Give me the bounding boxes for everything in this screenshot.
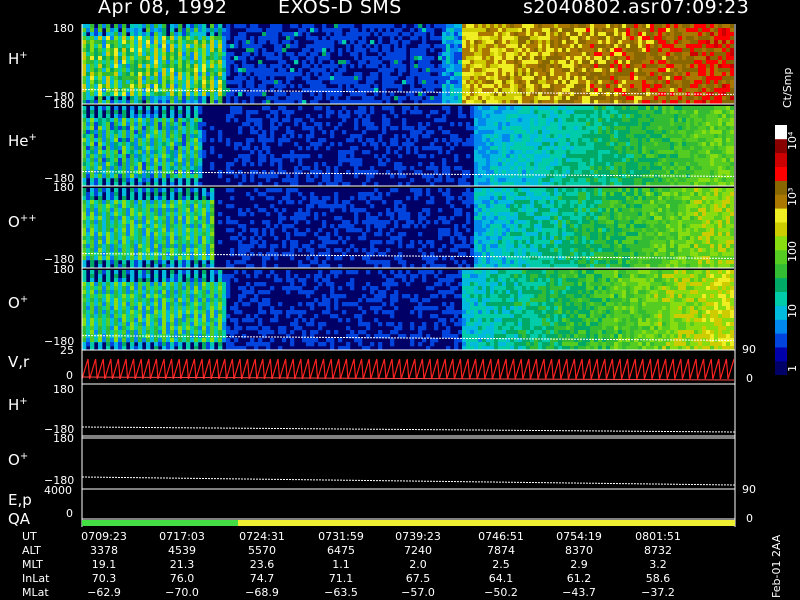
ephemeris-cell: 61.2 — [566, 572, 592, 585]
ephemeris-cell: 6475 — [327, 544, 355, 557]
ephemeris-cell: −50.2 — [484, 586, 518, 599]
ephemeris-cell: 0739:23 — [395, 530, 441, 543]
colorbar-swatch — [775, 333, 787, 348]
ephemeris-cell: 2.5 — [492, 558, 510, 571]
ephemeris-row-label: MLT — [22, 558, 43, 571]
colorbar-tick-1: 1 — [786, 365, 799, 372]
ephemeris-cell: 19.1 — [91, 558, 117, 571]
colorbar-tick-10: 10 — [786, 304, 799, 318]
o-plus-trace — [81, 476, 736, 486]
ephemeris-cell: −37.2 — [641, 586, 675, 599]
ephemeris-cell: 4539 — [168, 544, 196, 557]
ephemeris-cell: 76.0 — [169, 572, 195, 585]
colorbar-swatch — [775, 222, 787, 237]
ephemeris-row-label: UT — [22, 530, 37, 543]
ephemeris-cell: 58.6 — [645, 572, 671, 585]
ephemeris-cell: 74.7 — [249, 572, 275, 585]
qa-bar-good — [82, 520, 238, 526]
ephemeris-row-label: InLat — [22, 572, 50, 585]
colorbar-swatch — [775, 208, 787, 223]
colorbar-swatch — [775, 166, 787, 181]
ephemeris-cell: 3.2 — [649, 558, 667, 571]
ephemeris-cell: 2.9 — [570, 558, 588, 571]
ephemeris-cell: 64.1 — [488, 572, 514, 585]
ephemeris-cell: 67.5 — [405, 572, 431, 585]
side-stamp: Feb-01 2AA — [770, 534, 783, 598]
ephemeris-cell: −62.9 — [87, 586, 121, 599]
ephemeris-row-label: MLat — [22, 586, 49, 599]
qa-bar-fair — [238, 520, 735, 526]
ephemeris-cell: 21.3 — [169, 558, 195, 571]
colorbar-swatch — [775, 277, 787, 292]
ephemeris-row-mlat: MLat −62.9 −70.0 −68.9 −63.5 −57.0 −50.2 −43.7 −… — [0, 586, 740, 599]
colorbar-unit: Ct/Smp — [781, 67, 794, 108]
ephemeris-row-label: ALT — [22, 544, 41, 557]
colorbar-swatch — [775, 152, 787, 167]
ephemeris-cell: 0731:59 — [318, 530, 364, 543]
ephemeris-cell: 7874 — [487, 544, 515, 557]
colorbar-tick-1e3: 10³ — [786, 187, 799, 206]
ephemeris-cell: 8370 — [565, 544, 593, 557]
colorbar-swatch — [775, 347, 787, 362]
ephemeris-cell: 3378 — [90, 544, 118, 557]
lower-frames — [81, 24, 736, 527]
ephemeris-cell: 7240 — [404, 544, 432, 557]
ephemeris-cell: 70.3 — [91, 572, 117, 585]
colorbar-tick-100: 100 — [786, 241, 799, 262]
ephemeris-cell: −43.7 — [562, 586, 596, 599]
ephemeris-row-ut: UT 0709:23 0717:03 0724:31 0731:59 0739:23 074… — [0, 530, 740, 543]
ephemeris-cell: 0746:51 — [478, 530, 524, 543]
sms-plot: Apr 08, 1992 EXOS-D SMS s2040802.asr 07:… — [0, 0, 800, 600]
ephemeris-row-alt: ALT 3378 4539 5570 6475 7240 7874 8370 8732 — [0, 544, 740, 557]
colorbar-tick-1e4: 10⁴ — [786, 131, 799, 150]
ephemeris-cell: 5570 — [248, 544, 276, 557]
colorbar-swatch — [775, 263, 787, 279]
ephemeris-cell: −63.5 — [324, 586, 358, 599]
ephemeris-row-inlat: InLat 70.3 76.0 74.7 71.1 67.5 64.1 61.2 58.6 — [0, 572, 740, 585]
ephemeris-cell: 71.1 — [328, 572, 354, 585]
ephemeris-cell: 1.1 — [332, 558, 350, 571]
ephemeris-cell: −68.9 — [245, 586, 279, 599]
ephemeris-cell: 2.0 — [409, 558, 427, 571]
ephemeris-cell: 0717:03 — [159, 530, 205, 543]
ephemeris-cell: 23.6 — [249, 558, 275, 571]
h-plus-trace — [81, 426, 736, 433]
ephemeris-cell: 0801:51 — [635, 530, 681, 543]
ephemeris-cell: −57.0 — [401, 586, 435, 599]
colorbar-swatch — [775, 319, 787, 334]
ephemeris-cell: −70.0 — [165, 586, 199, 599]
ephemeris-cell: 0754:19 — [556, 530, 602, 543]
ephemeris-cell: 0709:23 — [81, 530, 127, 543]
ephemeris-cell: 0724:31 — [239, 530, 285, 543]
ephemeris-row-mlt: MLT 19.1 21.3 23.6 1.1 2.0 2.5 2.9 3.2 — [0, 558, 740, 571]
ephemeris-cell: 8732 — [644, 544, 672, 557]
